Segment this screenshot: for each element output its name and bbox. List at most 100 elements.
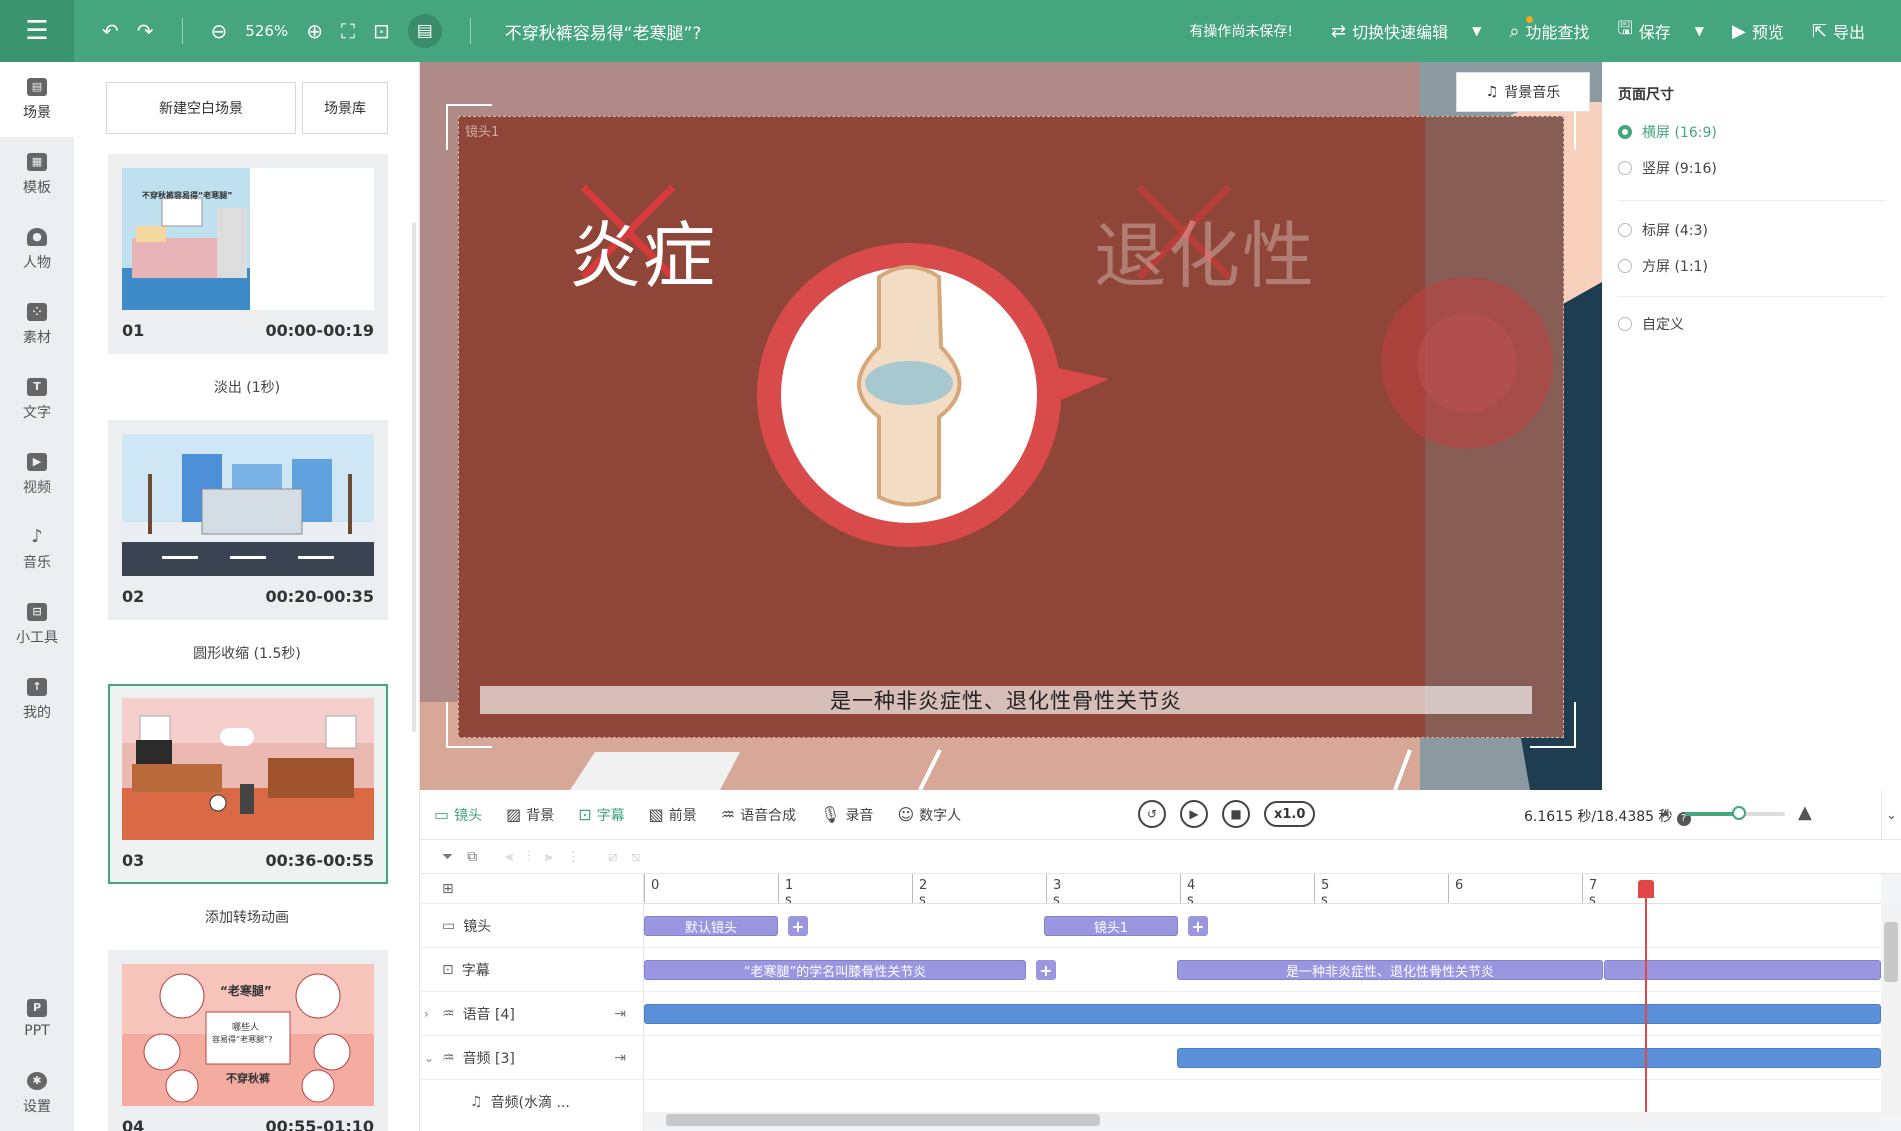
option-landscape[interactable]: 横屏 (16:9) — [1618, 122, 1717, 142]
align-center-icon[interactable]: ⫶ — [527, 849, 531, 865]
scene-card-03[interactable]: 03 00:36-00:55 — [108, 684, 388, 884]
align-left-icon[interactable]: ⫷ — [505, 849, 513, 865]
find-feature-button[interactable]: ⌕ 功能查找 — [1509, 16, 1590, 43]
speed-button[interactable]: x1.0 — [1264, 801, 1316, 827]
tab-subtitle[interactable]: ⊡ 字幕 — [578, 805, 624, 825]
nav-label: 模板 — [23, 179, 51, 196]
transition-label[interactable]: 圆形收缩 (1.5秒) — [74, 643, 419, 663]
merge-icon[interactable]: ⧅ — [631, 849, 640, 865]
nav-ppt[interactable]: P PPT — [0, 981, 74, 1056]
nav-music[interactable]: ♪ 音乐 — [0, 512, 74, 587]
keyword-left[interactable]: 炎症 — [569, 197, 717, 302]
chevron-down-icon[interactable]: ▼ — [1695, 24, 1704, 38]
clip-voice[interactable] — [644, 1004, 1881, 1024]
clip-subtitle-1[interactable]: “老寒腿”的学名叫膝骨性关节炎 — [644, 960, 1026, 980]
option-custom[interactable]: 自定义 — [1618, 314, 1684, 334]
tab-digital-human[interactable]: ☺ 数字人 — [897, 805, 961, 825]
subtitle-icon: ⊡ — [442, 961, 454, 978]
tab-tts[interactable]: ♒ 语音合成 — [721, 805, 796, 825]
nav-character[interactable]: ● 人物 — [0, 212, 74, 287]
distribute-icon[interactable]: ⋮ — [567, 849, 581, 865]
timeline-ruler[interactable]: 0 1 s 2 s 3 s 4 s 5 s 6 7 s — [644, 874, 1881, 904]
tab-foreground[interactable]: ▧ 前景 — [649, 805, 697, 825]
nav-text[interactable]: T 文字 — [0, 362, 74, 437]
timeline-zoom-slider[interactable] — [1685, 806, 1785, 820]
nav-video[interactable]: ▶ 视频 — [0, 437, 74, 512]
redo-icon[interactable]: ↷ — [137, 19, 154, 43]
option-portrait[interactable]: 竖屏 (9:16) — [1618, 158, 1717, 178]
scene-card-01[interactable]: 不穿秋裤容易得“老寒腿” 01 00:00-00:19 — [108, 154, 388, 354]
track-camera[interactable]: ▭ 镜头 — [420, 904, 644, 948]
filter-icon[interactable]: ⏷ — [442, 849, 453, 865]
nav-scene[interactable]: ▤ 场景 — [0, 62, 74, 137]
tab-background[interactable]: ▨ 背景 — [506, 805, 554, 825]
menu-icon[interactable]: ☰ — [0, 0, 74, 62]
chevron-down-icon[interactable]: ⌄ — [424, 1051, 434, 1065]
playhead[interactable] — [1645, 880, 1647, 1116]
subtitle-text[interactable]: 是一种非炎症性、退化性骨性关节炎 — [480, 686, 1532, 714]
track-audio-item[interactable]: ♫ 音频(水滴 ... — [420, 1080, 644, 1124]
material-icon: ⁘ — [27, 302, 47, 321]
save-button[interactable]: 🖫 保存 ▼ — [1617, 16, 1704, 46]
grid-icon[interactable]: ▤ — [407, 14, 442, 48]
preview-button[interactable]: ▶ 预览 — [1732, 19, 1784, 43]
nav-material[interactable]: ⁘ 素材 — [0, 287, 74, 362]
nav-template[interactable]: ▦ 模板 — [0, 137, 74, 212]
add-transition-button[interactable]: 添加转场动画 — [74, 907, 419, 927]
zoom-out-icon[interactable]: ⊖ — [211, 19, 228, 43]
stop-icon[interactable]: ■ — [1222, 800, 1250, 828]
zoom-in-mountain-icon[interactable]: ▲ — [1798, 802, 1812, 823]
import-icon[interactable]: ⇥ — [614, 1006, 626, 1022]
chevron-down-icon[interactable]: ▼ — [1472, 24, 1481, 38]
rewind-icon[interactable]: ↺ — [1138, 800, 1166, 828]
nav-settings[interactable]: ✱ 设置 — [0, 1056, 74, 1131]
playhead-handle[interactable] — [1638, 880, 1654, 898]
clip-subtitle-2[interactable]: 是一种非炎症性、退化性骨性关节炎 — [1177, 960, 1603, 980]
split-icon[interactable]: ⧄ — [609, 849, 618, 865]
clip-audio[interactable] — [1177, 1048, 1881, 1068]
scrollbar-thumb[interactable] — [666, 1114, 1100, 1126]
slider-knob[interactable] — [1732, 806, 1746, 820]
chevron-right-icon[interactable]: › — [424, 1007, 429, 1021]
track-name: 音频(水滴 ... — [490, 1095, 570, 1111]
scene-card-02[interactable]: 02 00:20-00:35 — [108, 420, 388, 620]
play-icon[interactable]: ▶ — [1180, 800, 1208, 828]
clip-default-camera[interactable]: 默认镜头 — [644, 916, 778, 936]
option-label: 标屏 (4:3) — [1642, 223, 1708, 239]
canvas-stage[interactable]: ♫ 背景音乐 镜头1 炎症 退化性 是一种非炎症性、退化性骨性关节炎 — [420, 62, 1602, 790]
new-blank-scene-button[interactable]: 新建空白场景 — [106, 82, 296, 134]
zoom-in-icon[interactable]: ⊕ — [306, 19, 323, 43]
track-audio[interactable]: ⌄ ♒ 音频 [3] ⇥ — [420, 1036, 644, 1080]
track-subtitle[interactable]: ⊡ 字幕 — [420, 948, 644, 992]
undo-icon[interactable]: ↶ — [102, 19, 119, 43]
add-camera-button[interactable]: + — [1188, 916, 1208, 936]
add-camera-button[interactable]: + — [788, 916, 808, 936]
option-square[interactable]: 方屏 (1:1) — [1618, 256, 1708, 276]
actual-size-icon[interactable]: ⊡ — [373, 19, 390, 43]
scene-library-button[interactable]: 场景库 — [302, 82, 388, 134]
group-icon[interactable]: ⧉ — [467, 849, 477, 865]
option-standard[interactable]: 标屏 (4:3) — [1618, 220, 1708, 240]
align-right-icon[interactable]: ⫸ — [545, 849, 553, 865]
layers-icon[interactable]: ⊞ — [442, 881, 454, 897]
transition-label[interactable]: 淡出 (1秒) — [74, 377, 419, 397]
scene-card-04[interactable]: “老寒腿” 哪些人 容易得“老寒腿”? 不穿秋裤 04 00:55-01:10 — [108, 950, 388, 1131]
fit-screen-icon[interactable]: ⛶ — [341, 19, 355, 43]
collapse-icon[interactable]: ⌄ — [1881, 790, 1901, 840]
find-label: 功能查找 — [1525, 23, 1590, 42]
camera-frame[interactable]: 镜头1 炎症 退化性 — [458, 116, 1564, 738]
nav-tools[interactable]: ⊟ 小工具 — [0, 587, 74, 662]
keyword-right[interactable]: 退化性 — [1094, 197, 1316, 302]
tab-camera[interactable]: ▭ 镜头 — [434, 805, 482, 825]
import-icon[interactable]: ⇥ — [614, 1050, 626, 1066]
clip-camera-1[interactable]: 镜头1 — [1044, 916, 1178, 936]
quick-edit-button[interactable]: ⇄ 切换快速编辑 ▼ — [1331, 19, 1481, 43]
project-title[interactable]: 不穿秋裤容易得“老寒腿”? — [505, 19, 702, 44]
zoom-out-mountain-icon[interactable]: ▴ — [1662, 804, 1669, 820]
export-button[interactable]: ⇱ 导出 — [1812, 19, 1865, 43]
scrollbar-thumb[interactable] — [1884, 922, 1898, 982]
tab-record[interactable]: 🎙 录音 — [820, 805, 873, 825]
track-voice[interactable]: › ♒ 语音 [4] ⇥ — [420, 992, 644, 1036]
nav-mine[interactable]: ↑ 我的 — [0, 662, 74, 737]
add-subtitle-button[interactable]: + — [1036, 960, 1056, 980]
